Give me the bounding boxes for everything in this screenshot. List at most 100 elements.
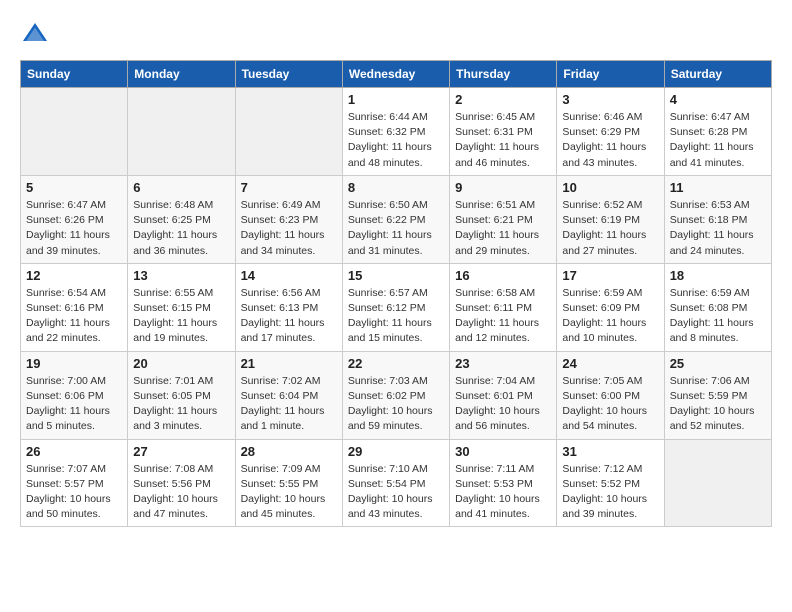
calendar-cell bbox=[21, 88, 128, 176]
day-number: 12 bbox=[26, 268, 122, 283]
calendar-cell: 1 Sunrise: 6:44 AMSunset: 6:32 PMDaylight… bbox=[342, 88, 449, 176]
weekday-header-wednesday: Wednesday bbox=[342, 61, 449, 88]
day-number: 2 bbox=[455, 92, 551, 107]
calendar-cell: 16 Sunrise: 6:58 AMSunset: 6:11 PMDayligh… bbox=[450, 263, 557, 351]
day-info: Sunrise: 7:09 AMSunset: 5:55 PMDaylight:… bbox=[241, 462, 337, 523]
calendar-cell: 26 Sunrise: 7:07 AMSunset: 5:57 PMDayligh… bbox=[21, 439, 128, 527]
calendar-cell: 7 Sunrise: 6:49 AMSunset: 6:23 PMDaylight… bbox=[235, 175, 342, 263]
day-number: 5 bbox=[26, 180, 122, 195]
calendar-cell: 31 Sunrise: 7:12 AMSunset: 5:52 PMDayligh… bbox=[557, 439, 664, 527]
day-number: 24 bbox=[562, 356, 658, 371]
calendar-cell: 27 Sunrise: 7:08 AMSunset: 5:56 PMDayligh… bbox=[128, 439, 235, 527]
weekday-header-thursday: Thursday bbox=[450, 61, 557, 88]
day-number: 10 bbox=[562, 180, 658, 195]
day-number: 27 bbox=[133, 444, 229, 459]
day-number: 7 bbox=[241, 180, 337, 195]
weekday-header-sunday: Sunday bbox=[21, 61, 128, 88]
day-number: 26 bbox=[26, 444, 122, 459]
calendar-cell: 2Sunrise: 6:45 AMSunset: 6:31 PMDaylight… bbox=[450, 88, 557, 176]
logo-icon bbox=[20, 20, 50, 50]
calendar-cell: 28 Sunrise: 7:09 AMSunset: 5:55 PMDayligh… bbox=[235, 439, 342, 527]
calendar-cell: 30 Sunrise: 7:11 AMSunset: 5:53 PMDayligh… bbox=[450, 439, 557, 527]
day-number: 21 bbox=[241, 356, 337, 371]
day-info: Sunrise: 7:06 AMSunset: 5:59 PMDaylight:… bbox=[670, 374, 766, 435]
day-info: Sunrise: 6:52 AMSunset: 6:19 PMDaylight:… bbox=[562, 198, 658, 259]
calendar-cell: 15 Sunrise: 6:57 AMSunset: 6:12 PMDayligh… bbox=[342, 263, 449, 351]
calendar-cell: 25 Sunrise: 7:06 AMSunset: 5:59 PMDayligh… bbox=[664, 351, 771, 439]
day-number: 16 bbox=[455, 268, 551, 283]
day-info: Sunrise: 6:51 AMSunset: 6:21 PMDaylight:… bbox=[455, 198, 551, 259]
calendar-cell: 20 Sunrise: 7:01 AMSunset: 6:05 PMDayligh… bbox=[128, 351, 235, 439]
day-number: 8 bbox=[348, 180, 444, 195]
calendar-cell: 11Sunrise: 6:53 AMSunset: 6:18 PMDayligh… bbox=[664, 175, 771, 263]
calendar-cell: 13 Sunrise: 6:55 AMSunset: 6:15 PMDayligh… bbox=[128, 263, 235, 351]
calendar-table: SundayMondayTuesdayWednesdayThursdayFrid… bbox=[20, 60, 772, 527]
day-info: Sunrise: 7:01 AMSunset: 6:05 PMDaylight:… bbox=[133, 374, 229, 435]
weekday-header-tuesday: Tuesday bbox=[235, 61, 342, 88]
day-number: 22 bbox=[348, 356, 444, 371]
day-number: 4 bbox=[670, 92, 766, 107]
day-number: 28 bbox=[241, 444, 337, 459]
day-info: Sunrise: 7:11 AMSunset: 5:53 PMDaylight:… bbox=[455, 462, 551, 523]
day-info: Sunrise: 7:04 AMSunset: 6:01 PMDaylight:… bbox=[455, 374, 551, 435]
day-number: 30 bbox=[455, 444, 551, 459]
calendar-cell bbox=[128, 88, 235, 176]
day-number: 20 bbox=[133, 356, 229, 371]
calendar-cell: 6 Sunrise: 6:48 AMSunset: 6:25 PMDaylight… bbox=[128, 175, 235, 263]
day-number: 23 bbox=[455, 356, 551, 371]
day-number: 18 bbox=[670, 268, 766, 283]
day-info: Sunrise: 6:55 AMSunset: 6:15 PMDaylight:… bbox=[133, 286, 229, 347]
day-info: Sunrise: 6:59 AMSunset: 6:08 PMDaylight:… bbox=[670, 286, 766, 347]
calendar-cell: 19 Sunrise: 7:00 AMSunset: 6:06 PMDayligh… bbox=[21, 351, 128, 439]
day-info: Sunrise: 6:53 AMSunset: 6:18 PMDaylight:… bbox=[670, 198, 766, 259]
calendar-cell: 24Sunrise: 7:05 AMSunset: 6:00 PMDayligh… bbox=[557, 351, 664, 439]
day-info: Sunrise: 6:47 AMSunset: 6:28 PMDaylight:… bbox=[670, 110, 766, 171]
calendar-cell: 17 Sunrise: 6:59 AMSunset: 6:09 PMDayligh… bbox=[557, 263, 664, 351]
calendar-cell: 14 Sunrise: 6:56 AMSunset: 6:13 PMDayligh… bbox=[235, 263, 342, 351]
calendar-cell: 9 Sunrise: 6:51 AMSunset: 6:21 PMDaylight… bbox=[450, 175, 557, 263]
day-number: 6 bbox=[133, 180, 229, 195]
day-number: 19 bbox=[26, 356, 122, 371]
calendar-cell: 23 Sunrise: 7:04 AMSunset: 6:01 PMDayligh… bbox=[450, 351, 557, 439]
day-number: 31 bbox=[562, 444, 658, 459]
weekday-header-saturday: Saturday bbox=[664, 61, 771, 88]
day-number: 15 bbox=[348, 268, 444, 283]
calendar-cell bbox=[235, 88, 342, 176]
day-info: Sunrise: 7:08 AMSunset: 5:56 PMDaylight:… bbox=[133, 462, 229, 523]
calendar-cell: 22Sunrise: 7:03 AMSunset: 6:02 PMDayligh… bbox=[342, 351, 449, 439]
day-info: Sunrise: 7:07 AMSunset: 5:57 PMDaylight:… bbox=[26, 462, 122, 523]
day-number: 14 bbox=[241, 268, 337, 283]
logo bbox=[20, 20, 54, 50]
day-info: Sunrise: 6:56 AMSunset: 6:13 PMDaylight:… bbox=[241, 286, 337, 347]
day-info: Sunrise: 6:49 AMSunset: 6:23 PMDaylight:… bbox=[241, 198, 337, 259]
calendar-cell bbox=[664, 439, 771, 527]
day-info: Sunrise: 7:12 AMSunset: 5:52 PMDaylight:… bbox=[562, 462, 658, 523]
day-number: 17 bbox=[562, 268, 658, 283]
day-info: Sunrise: 6:46 AMSunset: 6:29 PMDaylight:… bbox=[562, 110, 658, 171]
day-info: Sunrise: 7:10 AMSunset: 5:54 PMDaylight:… bbox=[348, 462, 444, 523]
day-number: 1 bbox=[348, 92, 444, 107]
calendar-cell: 12 Sunrise: 6:54 AMSunset: 6:16 PMDayligh… bbox=[21, 263, 128, 351]
day-number: 25 bbox=[670, 356, 766, 371]
calendar-cell: 5 Sunrise: 6:47 AMSunset: 6:26 PMDaylight… bbox=[21, 175, 128, 263]
day-info: Sunrise: 6:58 AMSunset: 6:11 PMDaylight:… bbox=[455, 286, 551, 347]
day-info: Sunrise: 7:02 AMSunset: 6:04 PMDaylight:… bbox=[241, 374, 337, 435]
page-header bbox=[20, 20, 772, 50]
day-info: Sunrise: 6:57 AMSunset: 6:12 PMDaylight:… bbox=[348, 286, 444, 347]
day-number: 29 bbox=[348, 444, 444, 459]
day-number: 9 bbox=[455, 180, 551, 195]
calendar-cell: 4 Sunrise: 6:47 AMSunset: 6:28 PMDaylight… bbox=[664, 88, 771, 176]
day-info: Sunrise: 6:54 AMSunset: 6:16 PMDaylight:… bbox=[26, 286, 122, 347]
weekday-header-friday: Friday bbox=[557, 61, 664, 88]
day-info: Sunrise: 7:00 AMSunset: 6:06 PMDaylight:… bbox=[26, 374, 122, 435]
day-info: Sunrise: 6:59 AMSunset: 6:09 PMDaylight:… bbox=[562, 286, 658, 347]
calendar-cell: 18 Sunrise: 6:59 AMSunset: 6:08 PMDayligh… bbox=[664, 263, 771, 351]
day-info: Sunrise: 6:44 AMSunset: 6:32 PMDaylight:… bbox=[348, 110, 444, 171]
day-info: Sunrise: 6:48 AMSunset: 6:25 PMDaylight:… bbox=[133, 198, 229, 259]
calendar-cell: 21 Sunrise: 7:02 AMSunset: 6:04 PMDayligh… bbox=[235, 351, 342, 439]
day-number: 13 bbox=[133, 268, 229, 283]
day-info: Sunrise: 6:47 AMSunset: 6:26 PMDaylight:… bbox=[26, 198, 122, 259]
calendar-cell: 29 Sunrise: 7:10 AMSunset: 5:54 PMDayligh… bbox=[342, 439, 449, 527]
day-number: 3 bbox=[562, 92, 658, 107]
weekday-header-monday: Monday bbox=[128, 61, 235, 88]
